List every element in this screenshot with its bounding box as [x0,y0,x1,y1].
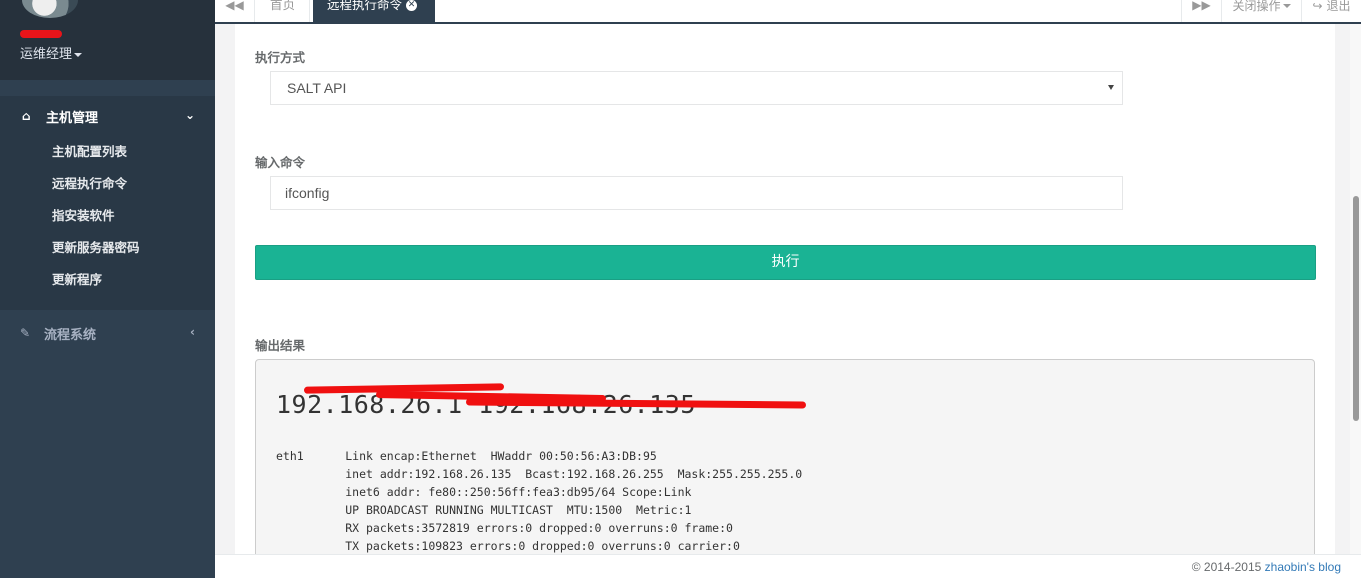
nav-workflow-system-label: 流程系统 [44,327,97,343]
nav-item-remote-command[interactable]: 远程执行命令 [0,168,215,200]
redaction-mark [20,30,62,38]
tab-home-label: 首页 [270,0,296,12]
nav-item-update-program[interactable]: 更新程序 [0,264,215,296]
nav-host-management-label: 主机管理 [46,110,99,126]
profile-area: 运维经理 [0,0,215,80]
caret-down-icon [74,52,83,57]
page-scrollbar[interactable] [1350,24,1361,554]
copyright-text: © 2014-2015 [1191,560,1262,574]
tab-remote-command-label: 远程执行命令 [327,0,403,12]
chevron-left-icon: ‹ [190,325,195,339]
execute-button[interactable]: 执行 [255,245,1316,280]
home-icon: ⌂ [22,109,31,123]
logout-label: 退出 [1326,0,1351,13]
tab-remote-command[interactable]: 远程执行命令 ✕ [313,0,435,22]
double-right-arrow-icon: ▶▶ [1192,0,1211,12]
output-text: eth1 Link encap:Ethernet HWaddr 00:50:56… [276,449,803,553]
nav-workflow-system[interactable]: ✎ 流程系统 ‹ [0,310,215,356]
tab-home[interactable]: 首页 [256,0,311,22]
select-arrow-icon [1108,85,1114,90]
nav-host-management[interactable]: ⌂ 主机管理 ⌄ [0,96,215,136]
edit-icon: ✎ [20,326,31,340]
command-label: 输入命令 [255,155,306,170]
user-role-dropdown[interactable]: 运维经理 [20,43,83,62]
double-left-arrow-icon: ◀◀ [225,0,244,12]
nav-item-install-software[interactable]: 指安装软件 [0,200,215,232]
avatar[interactable] [22,0,78,18]
main-panel: 执行方式 SALT API 输入命令 执行 输出结果 192.168.26.1 … [235,24,1335,554]
close-operations-dropdown[interactable]: 关闭操作 [1221,0,1301,22]
sign-out-icon: ↪ [1312,0,1323,13]
command-input[interactable] [270,176,1123,210]
output-box: 192.168.26.1 192.168.26.135 eth1 Link en… [255,359,1315,554]
method-select-value: SALT API [287,80,347,96]
tab-bar: ◀◀ 首页 远程执行命令 ✕ ▶▶ 关闭操作 ↪ 退出 [215,0,1361,24]
caret-down-icon [1282,4,1291,8]
close-operations-label: 关闭操作 [1232,0,1281,13]
user-role-label: 运维经理 [20,47,73,62]
scrollbar-thumb[interactable] [1353,196,1359,421]
output-label: 输出结果 [255,338,306,353]
sidebar: 运维经理 ⌂ 主机管理 ⌄ 主机配置列表 远程执行命令 指安装软件 更新服务器密… [0,0,215,578]
logout-button[interactable]: ↪ 退出 [1301,0,1361,22]
tab-scroll-right-button[interactable]: ▶▶ [1181,0,1221,22]
footer: © 2014-2015 zhaobin's blog [215,554,1361,578]
tab-scroll-left-button[interactable]: ◀◀ [215,0,255,22]
nav-group-host-management: ⌂ 主机管理 ⌄ 主机配置列表 远程执行命令 指安装软件 更新服务器密码 更新程… [0,96,215,310]
blog-link[interactable]: zhaobin's blog [1265,560,1341,574]
footer-copyright: © 2014-2015 zhaobin's blog [1192,560,1341,574]
nav-item-update-password[interactable]: 更新服务器密码 [0,232,215,264]
nav-item-host-config-list[interactable]: 主机配置列表 [0,136,215,168]
method-select[interactable]: SALT API [270,71,1123,105]
close-icon[interactable]: ✕ [406,0,418,11]
method-label: 执行方式 [255,50,306,65]
chevron-down-icon: ⌄ [184,108,195,122]
